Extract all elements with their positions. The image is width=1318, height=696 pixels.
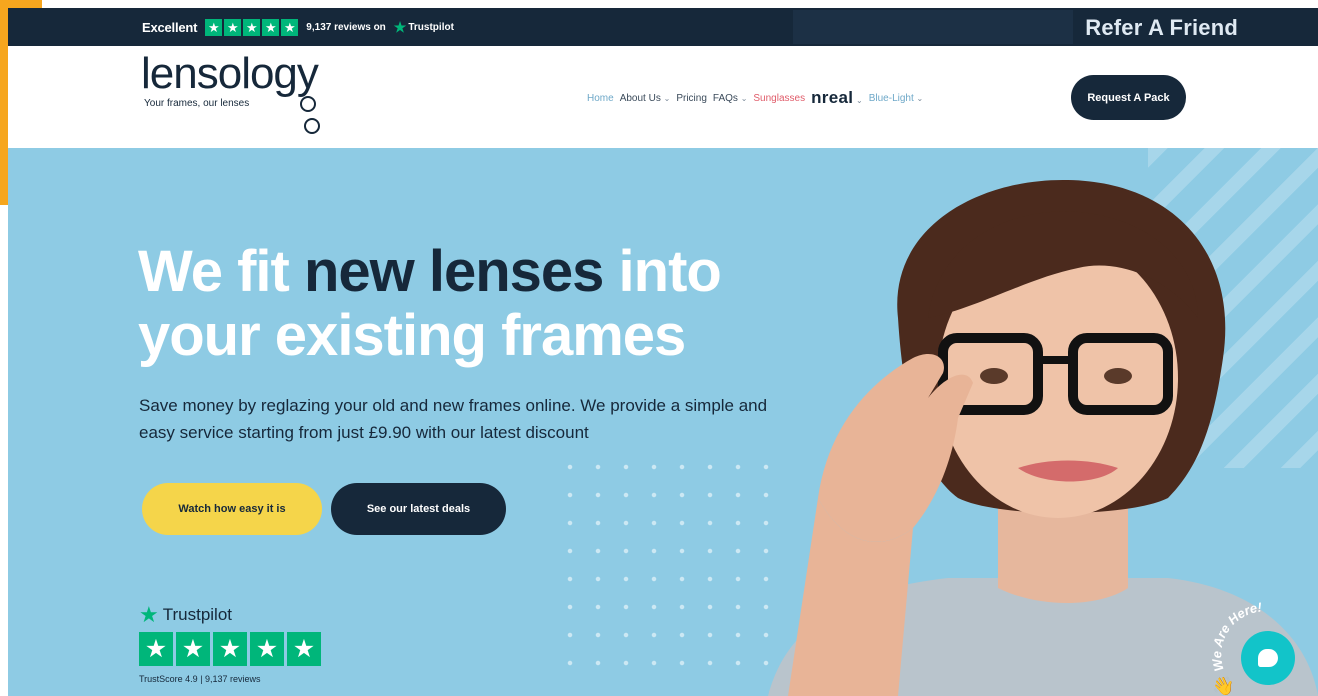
chat-bubble-icon [1258, 649, 1278, 667]
nav-faqs-label: FAQs [712, 92, 738, 104]
trustpilot-brand-text: Trustpilot [408, 22, 454, 33]
logo-tagline: Your frames, our lenses [144, 98, 250, 109]
nav-blue-light[interactable]: Blue-Light ⌄ [869, 93, 924, 104]
see-latest-deals-button[interactable]: See our latest deals [331, 483, 506, 535]
star-icon: ★ [250, 632, 284, 666]
trustpilot-widget[interactable]: ★ Trustpilot ★ ★ ★ ★ ★ TrustScore 4.9 | … [139, 604, 321, 684]
nav-home[interactable]: Home [587, 93, 614, 104]
chevron-down-icon: ⌄ [740, 93, 748, 103]
chevron-down-icon: ⌄ [856, 96, 863, 105]
star-icon: ★ [213, 632, 247, 666]
headline-line2: your existing frames [138, 303, 686, 368]
nav-nreal[interactable]: nreal ⌄ [811, 88, 863, 108]
chevron-down-icon: ⌄ [916, 93, 924, 103]
logo-glasses-icon [300, 96, 320, 134]
trustpilot-summary[interactable]: Excellent ★ ★ ★ ★ ★ 9,137 reviews on ★ T… [142, 19, 454, 36]
site-logo[interactable]: lensology Your frames, our lenses [141, 49, 320, 134]
trustpilot-logo: ★ Trustpilot [394, 19, 454, 36]
hero-section: We fit new lenses into your existing fra… [8, 148, 1318, 696]
hero-headline: We fit new lenses into your existing fra… [138, 239, 722, 368]
review-count-text: 9,137 reviews on [306, 22, 386, 33]
trustpilot-stars-large: ★ ★ ★ ★ ★ [139, 632, 321, 666]
refer-a-friend-link[interactable]: Refer A Friend [1085, 15, 1238, 41]
star-icon: ★ [224, 19, 242, 36]
trustpilot-star-icon: ★ [393, 19, 407, 35]
top-announcement-bar: Excellent ★ ★ ★ ★ ★ 9,137 reviews on ★ T… [8, 8, 1318, 46]
star-icon: ★ [176, 632, 210, 666]
nav-faqs[interactable]: FAQs ⌄ [713, 93, 748, 104]
request-a-pack-button[interactable]: Request A Pack [1071, 75, 1186, 120]
nav-pricing[interactable]: Pricing [676, 93, 707, 104]
watch-how-easy-button[interactable]: Watch how easy it is [142, 483, 322, 535]
headline-part1: We fit [138, 239, 304, 304]
star-icon: ★ [205, 19, 223, 36]
nav-blue-light-label: Blue-Light [868, 92, 914, 104]
site-header: lensology Your frames, our lenses Home A… [8, 46, 1318, 148]
trustpilot-brand-label: Trustpilot [162, 605, 233, 624]
page: Excellent ★ ★ ★ ★ ★ 9,137 reviews on ★ T… [0, 0, 1318, 696]
nav-sunglasses[interactable]: Sunglasses [753, 93, 805, 104]
trustpilot-rating-word: Excellent [142, 20, 198, 35]
star-icon: ★ [287, 632, 321, 666]
trustpilot-stars-small: ★ ★ ★ ★ ★ [205, 19, 299, 36]
star-icon: ★ [243, 19, 261, 36]
nav-about-us[interactable]: About Us ⌄ [620, 93, 671, 104]
nreal-logo: nreal [811, 88, 854, 107]
headline-highlight: new lenses [303, 239, 604, 304]
chat-launcher-button[interactable] [1241, 631, 1295, 685]
trustpilot-brand: ★ Trustpilot [139, 604, 321, 626]
star-icon: ★ [139, 632, 173, 666]
star-icon: ★ [262, 19, 280, 36]
main-nav: Home About Us ⌄ Pricing FAQs ⌄ Sunglasse… [587, 88, 923, 108]
waving-hand-icon: 👋 [1212, 676, 1234, 696]
trustpilot-star-icon: ★ [139, 602, 159, 627]
trust-score-text: TrustScore 4.9 | 9,137 reviews [139, 674, 261, 684]
topbar-panel [793, 10, 1073, 44]
star-icon: ★ [281, 19, 299, 36]
chevron-down-icon: ⌄ [663, 93, 671, 103]
nav-about-us-label: About Us [619, 92, 661, 104]
logo-wordmark: lensology [141, 49, 319, 98]
